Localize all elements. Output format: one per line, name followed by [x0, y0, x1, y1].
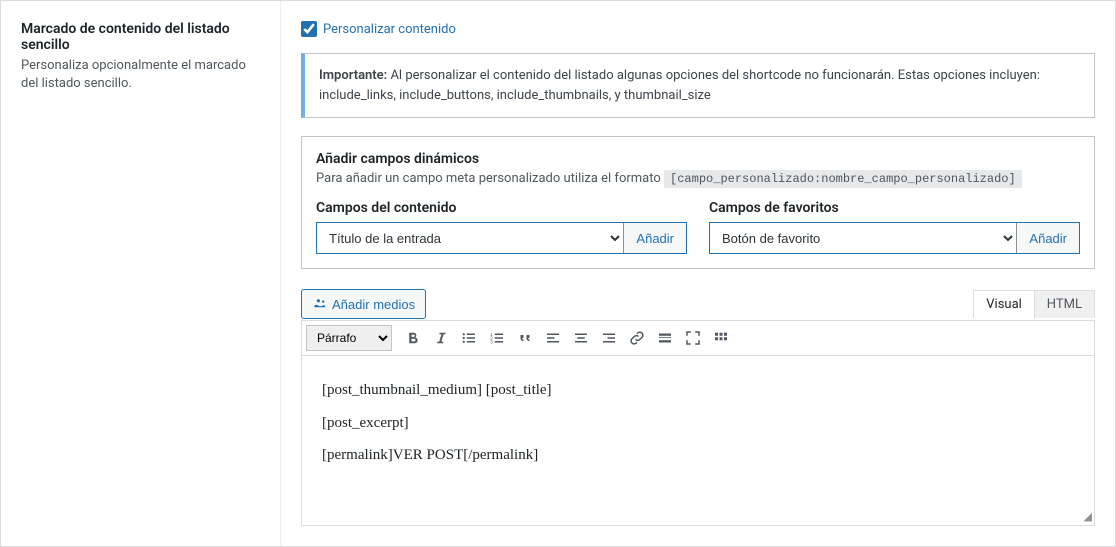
editor-tabs: Visual HTML — [973, 290, 1095, 318]
customize-content-label[interactable]: Personalizar contenido — [323, 22, 456, 37]
notice-text: Al personalizar el contenido del listado… — [319, 68, 1040, 103]
content-fields-select[interactable]: Título de la entrada — [317, 223, 624, 253]
numbered-list-button[interactable]: 123 — [484, 325, 510, 351]
bold-button[interactable] — [400, 325, 426, 351]
dynamic-fields-help: Para añadir un campo meta personalizado … — [316, 171, 1080, 186]
dynamic-fields-title: Añadir campos dinámicos — [316, 151, 1080, 167]
important-notice: Importante: Al personalizar el contenido… — [301, 53, 1095, 118]
content-line: [post_excerpt] — [322, 409, 1074, 438]
sidebar-title: Marcado de contenido del listado sencill… — [21, 21, 260, 53]
align-center-button[interactable] — [568, 325, 594, 351]
add-content-field-button[interactable]: Añadir — [624, 223, 686, 253]
tab-visual[interactable]: Visual — [974, 291, 1035, 318]
customize-content-row: Personalizar contenido — [301, 21, 1095, 37]
editor-content-area[interactable]: [post_thumbnail_medium] [post_title] [po… — [301, 356, 1095, 526]
favorite-fields-select[interactable]: Botón de favorito — [710, 223, 1017, 253]
sidebar: Marcado de contenido del listado sencill… — [1, 1, 281, 546]
editor-toolbar: Párrafo 123 — [301, 320, 1095, 356]
settings-panel: Marcado de contenido del listado sencill… — [0, 0, 1116, 547]
format-select[interactable]: Párrafo — [306, 325, 392, 351]
editor-top-bar: Añadir medios Visual HTML — [301, 289, 1095, 319]
content-fields-column: Campos del contenido Título de la entrad… — [316, 200, 687, 254]
help-code: [campo_personalizado:nombre_campo_person… — [664, 170, 1022, 188]
fullscreen-button[interactable] — [680, 325, 706, 351]
blockquote-button[interactable] — [512, 325, 538, 351]
svg-text:3: 3 — [490, 339, 493, 344]
link-button[interactable] — [624, 325, 650, 351]
toolbar-toggle-button[interactable] — [708, 325, 734, 351]
content-fields-label: Campos del contenido — [316, 200, 687, 216]
read-more-button[interactable] — [652, 325, 678, 351]
content-line: [permalink]VER POST[/permalink] — [322, 441, 1074, 470]
add-media-button[interactable]: Añadir medios — [301, 289, 426, 319]
main-content: Personalizar contenido Importante: Al pe… — [281, 1, 1115, 546]
align-right-button[interactable] — [596, 325, 622, 351]
notice-strong: Importante: — [319, 68, 387, 83]
add-favorite-field-button[interactable]: Añadir — [1017, 223, 1079, 253]
align-left-button[interactable] — [540, 325, 566, 351]
sidebar-description: Personaliza opcionalmente el marcado del… — [21, 57, 260, 93]
help-text: Para añadir un campo meta personalizado … — [316, 171, 661, 186]
content-line: [post_thumbnail_medium] [post_title] — [322, 376, 1074, 405]
italic-button[interactable] — [428, 325, 454, 351]
customize-content-checkbox[interactable] — [301, 21, 317, 37]
resize-handle-icon[interactable]: ◢ — [1084, 512, 1092, 523]
dynamic-fields-box: Añadir campos dinámicos Para añadir un c… — [301, 136, 1095, 269]
favorite-fields-column: Campos de favoritos Botón de favorito Añ… — [709, 200, 1080, 254]
bullet-list-button[interactable] — [456, 325, 482, 351]
tab-html[interactable]: HTML — [1035, 291, 1094, 318]
fields-row: Campos del contenido Título de la entrad… — [316, 200, 1080, 254]
media-icon — [312, 296, 328, 312]
favorite-fields-label: Campos de favoritos — [709, 200, 1080, 216]
add-media-label: Añadir medios — [332, 297, 415, 312]
